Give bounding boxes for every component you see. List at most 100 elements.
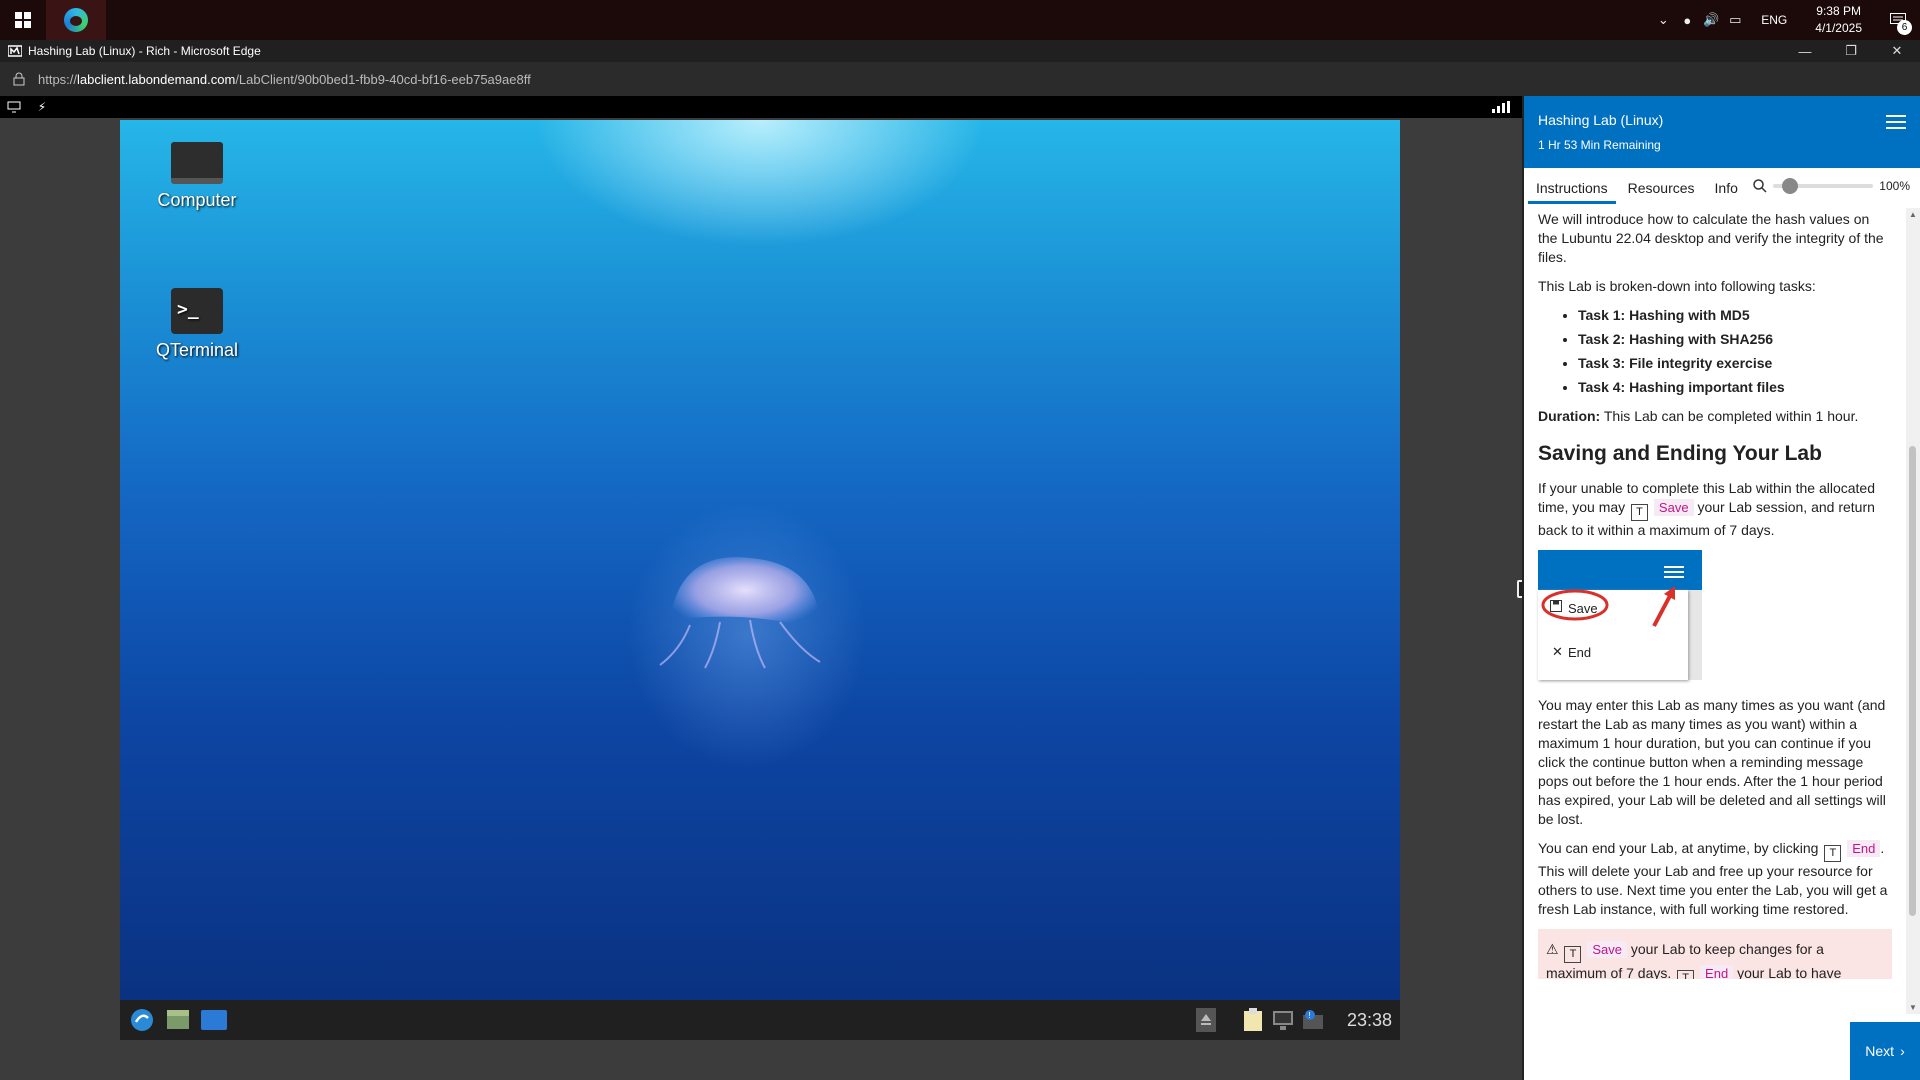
vm-clock[interactable]: 23:38 <box>1347 1000 1392 1040</box>
clock-time: 9:38 PM <box>1816 4 1861 18</box>
terminal-icon: >_ <box>171 288 223 334</box>
update-notifier-icon[interactable]: ! <box>1302 1009 1324 1031</box>
instructions-content: We will introduce how to calculate the h… <box>1524 208 1906 1014</box>
url-prefix: https:// <box>38 71 78 87</box>
section-heading: Saving and Ending Your Lab <box>1538 442 1822 465</box>
scrollbar-thumb[interactable] <box>1909 446 1916 916</box>
monitor-icon <box>171 142 223 184</box>
desktop-icon-qterminal[interactable]: >_ QTerminal <box>142 288 252 361</box>
system-tray: ⌄ ● 🔊 ▭ ENG 9:38 PM 4/1/2025 6 <box>1651 0 1920 40</box>
clock-date: 4/1/2025 <box>1815 21 1862 35</box>
lubuntu-logo-icon <box>131 1009 153 1031</box>
network-icon[interactable] <box>1272 1009 1294 1031</box>
desktop-icon-label: Computer <box>157 190 237 210</box>
next-button-label: Next <box>1865 1043 1895 1059</box>
list-item: Task 2: Hashing with SHA256 <box>1578 330 1892 349</box>
lab-app-icon <box>6 43 24 59</box>
minimize-button[interactable]: — <box>1782 40 1828 62</box>
vm-system-tray: ! <box>1196 1000 1324 1040</box>
gamepad-icon[interactable]: ● <box>1675 0 1699 40</box>
monitor-icon[interactable] <box>0 96 28 118</box>
close-icon: ✕ <box>1552 644 1563 659</box>
warning-end-button[interactable]: End <box>1700 965 1734 979</box>
url-path: /LabClient/90b0bed1-fbb9-40cd-bf16-eeb75… <box>235 71 531 87</box>
tab-instructions[interactable]: Instructions <box>1528 168 1616 204</box>
red-arrow-icon <box>1652 586 1675 627</box>
menu-end-label: End <box>1568 645 1592 660</box>
type-text-icon[interactable]: T <box>1564 946 1582 963</box>
close-button[interactable]: ✕ <box>1874 40 1920 62</box>
type-text-icon[interactable]: T <box>1631 504 1649 521</box>
notification-center-button[interactable]: 6 <box>1876 0 1920 40</box>
edge-taskbar-button[interactable] <box>46 0 106 40</box>
warning-save-button[interactable]: Save <box>1587 941 1627 958</box>
list-item: Task 3: File integrity exercise <box>1578 354 1892 373</box>
lab-tabs: Instructions Resources Info 100% <box>1524 168 1920 204</box>
scroll-up-arrow-icon[interactable]: ▲ <box>1909 210 1917 219</box>
window-title: Hashing Lab (Linux) - Rich - Microsoft E… <box>28 44 261 58</box>
menu-save-label: Save <box>1568 601 1598 616</box>
svg-text:!: ! <box>1309 1011 1311 1020</box>
duration-label: Duration: <box>1538 408 1601 424</box>
tab-resources[interactable]: Resources <box>1620 168 1703 204</box>
desktop-icon <box>201 1010 227 1030</box>
end-paragraph: You can end your Lab, at anytime, by cli… <box>1538 839 1892 919</box>
intro-paragraph: We will introduce how to calculate the h… <box>1538 211 1884 265</box>
type-text-icon[interactable]: T <box>1824 845 1842 862</box>
vm-viewport: Computer >_ QTerminal ! 23:38 <box>0 118 1522 1080</box>
vm-desktop[interactable]: Computer >_ QTerminal ! 23:38 <box>120 120 1400 1040</box>
list-item: Task 1: Hashing with MD5 <box>1578 306 1892 325</box>
eject-icon[interactable] <box>1196 1008 1216 1032</box>
warning-text-2: your Lab to have <box>1733 965 1842 979</box>
lab-header: Hashing Lab (Linux) 1 Hr 53 Min Remainin… <box>1524 96 1920 168</box>
save-icon <box>1550 600 1562 612</box>
lightning-icon[interactable]: ⚡ <box>28 96 56 118</box>
address-bar[interactable]: https://labclient.labondemand.com/LabCli… <box>0 62 1920 96</box>
jellyfish-wallpaper-image <box>659 557 821 669</box>
tab-info[interactable]: Info <box>1707 168 1746 204</box>
hamburger-icon <box>1664 566 1684 578</box>
start-button[interactable] <box>0 0 46 40</box>
browser-title-bar: Hashing Lab (Linux) - Rich - Microsoft E… <box>0 40 1920 62</box>
chevron-right-icon: › <box>1900 1043 1905 1059</box>
notification-badge: 6 <box>1897 20 1912 35</box>
zoom-value: 100% <box>1879 179 1910 193</box>
desktop-icon-computer[interactable]: Computer <box>142 142 252 211</box>
chevron-up-icon[interactable]: ⌄ <box>1651 0 1675 40</box>
next-button[interactable]: Next › <box>1850 1022 1920 1080</box>
lab-toolbar: ⚡ <box>0 96 1522 118</box>
folder-icon <box>167 1010 189 1029</box>
clipboard-icon[interactable] <box>1242 1008 1264 1032</box>
content-scrollbar[interactable]: ▲ ▼ <box>1906 208 1920 1014</box>
list-item: Task 4: Hashing important files <box>1578 378 1892 397</box>
end-paragraph-text: You can end your Lab, at anytime, by cli… <box>1538 840 1819 856</box>
volume-icon[interactable]: 🔊 <box>1699 0 1723 40</box>
save-paragraph: If your unable to complete this Lab with… <box>1538 479 1892 540</box>
scroll-down-arrow-icon[interactable]: ▼ <box>1909 1003 1917 1012</box>
end-inline-button[interactable]: End <box>1847 840 1881 857</box>
lab-title: Hashing Lab (Linux) <box>1538 112 1664 128</box>
zoom-slider[interactable] <box>1773 178 1874 194</box>
time-remaining: 1 Hr 53 Min Remaining <box>1538 138 1661 152</box>
type-text-icon[interactable]: T <box>1677 970 1695 979</box>
show-desktop-button[interactable] <box>196 1000 232 1040</box>
lock-icon[interactable] <box>0 72 38 86</box>
menu-screenshot-image: Save ✕ End <box>1538 550 1702 680</box>
network-icon[interactable]: ▭ <box>1723 0 1747 40</box>
search-icon[interactable] <box>1753 179 1767 193</box>
restore-button[interactable]: ❐ <box>1828 40 1874 62</box>
language-indicator[interactable]: ENG <box>1747 13 1801 27</box>
zoom-slider-thumb[interactable] <box>1781 178 1798 194</box>
breakdown-paragraph: This Lab is broken-down into following t… <box>1538 278 1816 294</box>
system-clock[interactable]: 9:38 PM 4/1/2025 <box>1801 3 1876 37</box>
windows-taskbar: ⌄ ● 🔊 ▭ ENG 9:38 PM 4/1/2025 6 <box>0 0 1920 40</box>
url-host: labclient.labondemand.com <box>77 71 236 87</box>
save-inline-button[interactable]: Save <box>1653 499 1694 516</box>
duration-paragraph: Duration: This Lab can be completed with… <box>1538 407 1892 426</box>
lubuntu-menu-button[interactable] <box>124 1000 160 1040</box>
file-manager-button[interactable] <box>160 1000 196 1040</box>
signal-strength-icon <box>1492 101 1510 113</box>
hamburger-menu-icon[interactable] <box>1886 115 1906 133</box>
edge-icon <box>64 8 88 32</box>
warning-icon: ⚠ <box>1546 941 1559 957</box>
